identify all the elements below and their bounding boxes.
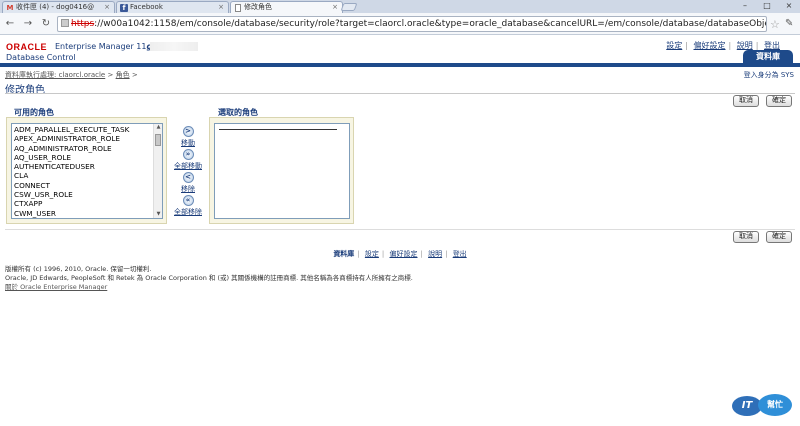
breadcrumb: 資料庫執行處理: claorcl.oracle > 角色 > (5, 71, 138, 79)
link-help[interactable]: 說明 (737, 41, 753, 50)
url-rest: ://w00a1042:1158/em/console/database/sec… (94, 19, 767, 29)
about-link-container: 關於 Oracle Enterprise Manager (5, 281, 107, 291)
url-input[interactable]: https://w00a1042:1158/em/console/databas… (57, 16, 767, 32)
selected-roles-listbox[interactable] (214, 123, 350, 219)
forward-icon[interactable]: → (22, 18, 34, 30)
footer-link-help[interactable]: 說明 (428, 250, 442, 258)
minimize-icon[interactable]: – (734, 0, 756, 12)
list-item[interactable]: CWM_USER (14, 209, 160, 218)
move-all-left-icon: « (182, 195, 194, 206)
ok-button[interactable]: 確定 (766, 95, 792, 107)
browser-tab-modify-role[interactable]: 修改角色 × (230, 1, 343, 13)
footer-link-setup[interactable]: 設定 (365, 250, 379, 258)
footer-link-database[interactable]: 資料庫 (333, 250, 354, 258)
breadcrumb-instance[interactable]: 資料庫執行處理: claorcl.oracle (5, 71, 105, 79)
list-item[interactable]: AUTHENTICATEDUSER (14, 162, 160, 171)
close-icon[interactable]: × (332, 2, 338, 13)
divider (5, 93, 795, 94)
list-item[interactable]: CTXAPP (14, 199, 160, 208)
list-item[interactable]: CONNECT (14, 181, 160, 190)
gmail-icon: M (6, 4, 14, 12)
tab-label: Facebook (130, 3, 163, 11)
footer-links: 資料庫 | 設定 | 偏好設定 | 說明 | 登出 (333, 250, 467, 258)
address-toolbar: ← → ↻ https://w00a1042:1158/em/console/d… (0, 13, 800, 35)
remove-button[interactable]: < 移除 (168, 172, 208, 194)
product-subtitle: Database Control (6, 53, 76, 62)
footer-link-preferences[interactable]: 偏好設定 (390, 250, 418, 258)
divider (5, 229, 795, 230)
blurred-region (150, 42, 198, 51)
move-all-right-icon: » (182, 149, 194, 160)
remove-all-button[interactable]: « 全部移除 (168, 195, 208, 217)
cancel-button[interactable]: 取消 (733, 231, 759, 243)
tab-label: 收件匣 (4) - dog0416@ (16, 3, 95, 11)
available-roles-pane: ADM_PARALLEL_EXECUTE_TASK APEX_ADMINISTRA… (6, 117, 167, 224)
oracle-logo: ORACLE (6, 42, 47, 52)
new-tab-button[interactable] (340, 3, 358, 11)
about-link[interactable]: 關於 Oracle Enterprise Manager (5, 283, 107, 291)
list-item[interactable]: AQ_USER_ROLE (14, 153, 160, 162)
placeholder-line (219, 129, 337, 130)
cancel-button[interactable]: 取消 (733, 95, 759, 107)
wrench-icon[interactable]: ✎ (785, 18, 793, 29)
link-logout[interactable]: 登出 (764, 41, 780, 50)
facebook-icon: f (120, 4, 128, 12)
selected-roles-pane (209, 117, 354, 224)
breadcrumb-roles[interactable]: 角色 (116, 71, 130, 79)
list-item[interactable]: APEX_ADMINISTRATOR_ROLE (14, 134, 160, 143)
move-all-button[interactable]: » 全部移動 (168, 149, 208, 171)
browser-tab-strip: M 收件匣 (4) - dog0416@ × f Facebook × 修改角色… (0, 0, 800, 13)
move-button[interactable]: > 移動 (168, 126, 208, 148)
link-setup[interactable]: 設定 (666, 41, 682, 50)
copyright: 版權所有 (c) 1996, 2010, Oracle. 保留一切權利. Ora… (5, 265, 413, 282)
move-left-icon: < (182, 172, 194, 183)
scrollbar[interactable]: ▲ ▼ (153, 124, 162, 218)
browser-tab-gmail[interactable]: M 收件匣 (4) - dog0416@ × (2, 1, 115, 13)
insecure-lock-icon (61, 19, 69, 27)
product-title: Enterprise Manager 11g (55, 42, 152, 51)
ithelp-watermark-logo: IT 幫忙 (732, 394, 792, 418)
list-item[interactable]: CLA (14, 171, 160, 180)
scroll-down-icon[interactable]: ▼ (154, 211, 162, 218)
back-icon[interactable]: ← (4, 18, 16, 30)
bookmark-star-icon[interactable]: ☆ (770, 18, 780, 31)
document-icon (235, 4, 241, 12)
login-status: 登入身分為 SYS (743, 71, 794, 79)
ok-button[interactable]: 確定 (766, 231, 792, 243)
url-scheme: https (71, 19, 95, 29)
list-item[interactable]: ADM_PARALLEL_EXECUTE_TASK (14, 125, 160, 134)
browser-tab-facebook[interactable]: f Facebook × (116, 1, 229, 13)
close-icon[interactable]: × (218, 2, 224, 13)
tab-label: 修改角色 (244, 3, 272, 11)
scroll-up-icon[interactable]: ▲ (154, 124, 162, 131)
list-item[interactable]: CSW_USR_ROLE (14, 190, 160, 199)
available-roles-listbox[interactable]: ADM_PARALLEL_EXECUTE_TASK APEX_ADMINISTRA… (11, 123, 163, 219)
list-item[interactable]: AQ_ADMINISTRATOR_ROLE (14, 144, 160, 153)
close-window-icon[interactable]: × (778, 0, 800, 12)
link-preferences[interactable]: 偏好設定 (694, 41, 726, 50)
maximize-icon[interactable]: □ (756, 0, 778, 12)
close-icon[interactable]: × (104, 2, 110, 13)
footer-link-logout[interactable]: 登出 (453, 250, 467, 258)
header-bar (0, 63, 800, 67)
scroll-thumb[interactable] (155, 134, 161, 146)
reload-icon[interactable]: ↻ (40, 18, 52, 30)
move-right-icon: > (182, 126, 194, 137)
tab-database[interactable]: 資料庫 (743, 50, 793, 63)
